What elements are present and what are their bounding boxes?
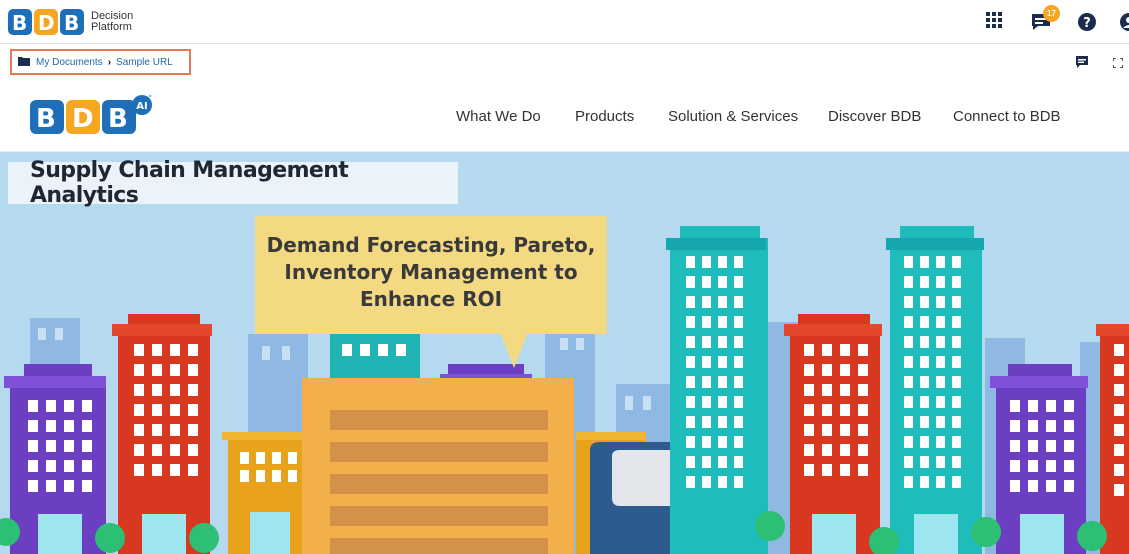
breadcrumb-bar: My Documents › Sample URL (0, 45, 1129, 78)
nav-connect-to-bdb[interactable]: Connect to BDB (953, 108, 1061, 125)
chat-notification-icon[interactable]: 17 (1031, 5, 1060, 36)
logo-text: Decision Platform (91, 11, 133, 33)
logo-line-2: Platform (91, 21, 132, 33)
breadcrumb-my-documents[interactable]: My Documents (36, 57, 103, 68)
bdb-ai-logo[interactable]: B D B AI (30, 94, 152, 141)
svg-text:D: D (38, 11, 55, 35)
help-icon[interactable]: ? (1078, 13, 1096, 36)
nav-discover-bdb[interactable]: Discover BDB (828, 108, 921, 125)
speech-line-1: Demand Forecasting, Pareto, (266, 233, 596, 257)
city-illustration (0, 226, 1129, 554)
svg-text:B: B (108, 104, 128, 134)
site-header: B D B AI What We Do Products Solution & … (0, 78, 1129, 152)
grid-icon[interactable] (986, 12, 1002, 33)
bdb-logo-icon: B D B (8, 9, 84, 35)
svg-text:B: B (64, 11, 79, 35)
breadcrumb: My Documents › Sample URL (10, 49, 191, 75)
top-icons: 17 ? (979, 0, 1129, 44)
speech-bubble-tail (500, 332, 528, 368)
embedded-website: B D B AI What We Do Products Solution & … (0, 78, 1129, 554)
chevron-right-icon: › (107, 56, 112, 68)
user-icon[interactable] (1120, 13, 1129, 36)
speech-line-3: Enhance ROI (359, 287, 503, 311)
nav-solution-services[interactable]: Solution & Services (668, 108, 798, 125)
top-app-bar: B D B Decision Platform 17 ? (0, 0, 1129, 44)
svg-text:B: B (12, 11, 27, 35)
breadcrumb-sample-url[interactable]: Sample URL (116, 57, 173, 68)
svg-text:B: B (36, 104, 56, 134)
nav-products[interactable]: Products (575, 108, 634, 125)
hero-banner: Supply Chain Management Analytics Demand… (0, 152, 1129, 554)
logo-ai-badge: AI (136, 101, 147, 112)
notification-badge: 17 (1043, 5, 1060, 22)
svg-text:?: ? (1083, 16, 1091, 31)
hero-title: Supply Chain Management Analytics (8, 158, 458, 208)
speech-line-2: Inventory Management to (284, 260, 578, 284)
comment-icon[interactable] (1076, 55, 1088, 73)
nav-what-we-do[interactable]: What We Do (456, 108, 541, 125)
fullscreen-icon[interactable] (1112, 55, 1124, 73)
speech-bubble-text: Demand Forecasting, Pareto, Inventory Ma… (255, 232, 607, 313)
folder-icon (18, 56, 30, 69)
bdb-platform-logo[interactable]: B D B Decision Platform (8, 6, 133, 38)
svg-text:D: D (72, 104, 94, 134)
